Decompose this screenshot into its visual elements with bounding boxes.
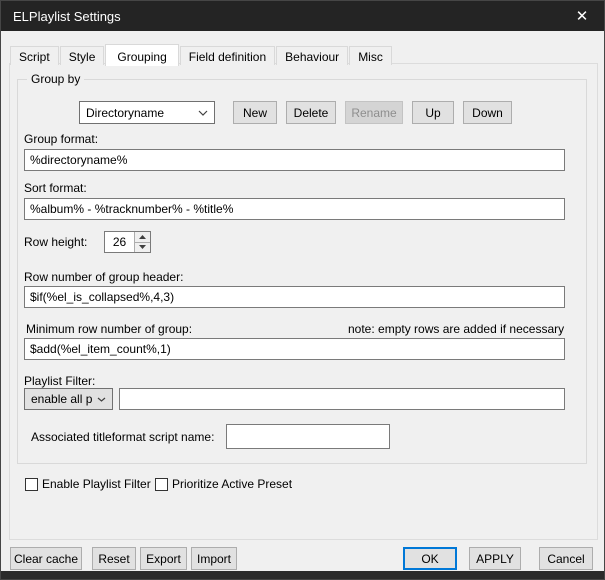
import-button[interactable]: Import <box>191 547 237 570</box>
checkbox-icon <box>25 478 38 491</box>
tab-behaviour[interactable]: Behaviour <box>276 46 348 65</box>
tab-misc[interactable]: Misc <box>349 46 392 65</box>
enable-playlist-filter-label: Enable Playlist Filter <box>42 477 151 491</box>
group-format-label: Group format: <box>24 132 98 146</box>
tab-field-definition[interactable]: Field definition <box>180 46 275 65</box>
spin-down-button[interactable] <box>135 243 150 253</box>
sort-format-input[interactable] <box>24 198 565 220</box>
row-height-stepper[interactable]: 26 <box>104 231 151 253</box>
chevron-down-icon <box>97 397 106 402</box>
associated-script-input[interactable] <box>226 424 390 449</box>
tab-grouping[interactable]: Grouping <box>105 44 178 66</box>
playlist-filter-mode-select[interactable]: enable all playlist <box>24 388 113 410</box>
grouping-preset-select[interactable]: Directoryname <box>79 101 215 124</box>
playlist-filter-label: Playlist Filter: <box>24 374 95 388</box>
rename-button: Rename <box>345 101 403 124</box>
playlist-filter-mode-value: enable all playlist <box>31 392 93 406</box>
row-height-value: 26 <box>105 232 134 252</box>
row-height-label: Row height: <box>24 235 87 249</box>
export-button[interactable]: Export <box>140 547 187 570</box>
row-number-header-label: Row number of group header: <box>24 270 183 284</box>
close-button[interactable]: ✕ <box>560 1 604 31</box>
prioritize-active-preset-label: Prioritize Active Preset <box>172 477 292 491</box>
elplaylist-settings-dialog: ELPlaylist Settings ✕ Script Style Group… <box>0 0 605 580</box>
spin-up-button[interactable] <box>135 232 150 243</box>
apply-button[interactable]: APPLY <box>469 547 521 570</box>
new-button[interactable]: New <box>233 101 277 124</box>
tab-style[interactable]: Style <box>60 46 105 65</box>
min-row-number-label: Minimum row number of group: <box>26 322 192 336</box>
checkbox-icon <box>155 478 168 491</box>
clear-cache-button[interactable]: Clear cache <box>10 547 82 570</box>
grouping-tab-panel: Group by Directoryname New Delete Rename… <box>9 63 598 540</box>
min-row-number-input[interactable] <box>24 338 565 360</box>
triangle-down-icon <box>139 245 146 249</box>
triangle-up-icon <box>139 235 146 239</box>
window-title: ELPlaylist Settings <box>13 9 121 24</box>
grouping-preset-value: Directoryname <box>86 106 194 120</box>
cancel-button[interactable]: Cancel <box>539 547 593 570</box>
tab-strip: Script Style Grouping Field definition B… <box>10 44 393 65</box>
sort-format-label: Sort format: <box>24 181 87 195</box>
row-number-header-input[interactable] <box>24 286 565 308</box>
delete-button[interactable]: Delete <box>286 101 336 124</box>
up-button[interactable]: Up <box>412 101 454 124</box>
prioritize-active-preset-checkbox[interactable]: Prioritize Active Preset <box>155 477 292 491</box>
chevron-down-icon <box>198 110 208 116</box>
enable-playlist-filter-checkbox[interactable]: Enable Playlist Filter <box>25 477 151 491</box>
min-row-number-note: note: empty rows are added if necessary <box>348 322 564 336</box>
reset-button[interactable]: Reset <box>92 547 136 570</box>
ok-button[interactable]: OK <box>403 547 457 570</box>
down-button[interactable]: Down <box>463 101 512 124</box>
close-icon: ✕ <box>576 7 589 25</box>
window-bottom-border <box>1 571 604 579</box>
group-by-groupbox: Group by Directoryname New Delete Rename… <box>17 79 587 464</box>
titlebar: ELPlaylist Settings ✕ <box>1 1 604 31</box>
associated-script-label: Associated titleformat script name: <box>31 430 214 444</box>
group-by-legend: Group by <box>27 72 84 86</box>
playlist-filter-input[interactable] <box>119 388 565 410</box>
tab-script[interactable]: Script <box>10 46 59 65</box>
group-format-input[interactable] <box>24 149 565 171</box>
preset-button-row: New Delete Rename Up Down <box>233 101 512 124</box>
